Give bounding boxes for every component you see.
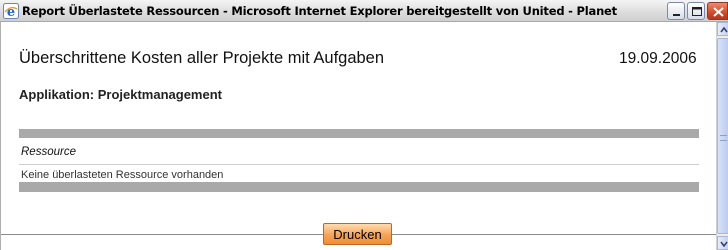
table-separator [19, 164, 699, 165]
column-header-ressource: Ressource [21, 146, 76, 158]
report-date: 19.09.2006 [619, 50, 697, 67]
minimize-button[interactable] [667, 2, 685, 20]
footer-divider-bar [19, 182, 699, 192]
window-titlebar: e Report Überlastete Ressourcen - Micros… [0, 0, 728, 22]
application-label: Applikation: Projektmanagement [19, 87, 222, 102]
vertical-scrollbar[interactable] [716, 22, 728, 250]
scroll-up-button[interactable] [717, 22, 728, 36]
scrollbar-grip-icon [720, 135, 727, 141]
empty-message: Keine überlasteten Ressource vorhanden [21, 169, 224, 181]
maximize-button[interactable] [687, 2, 705, 20]
report-title: Überschrittene Kosten aller Projekte mit… [19, 49, 385, 67]
report-content: Überschrittene Kosten aller Projekte mit… [0, 22, 717, 250]
internet-explorer-icon: e [3, 3, 19, 20]
scrollbar-thumb[interactable] [717, 38, 728, 234]
close-button[interactable] [707, 2, 728, 20]
window-title: Report Überlastete Ressourcen - Microsof… [22, 4, 617, 18]
print-button[interactable]: Drucken [323, 223, 392, 245]
scroll-down-button[interactable] [717, 236, 728, 250]
header-divider-bar [19, 129, 699, 138]
